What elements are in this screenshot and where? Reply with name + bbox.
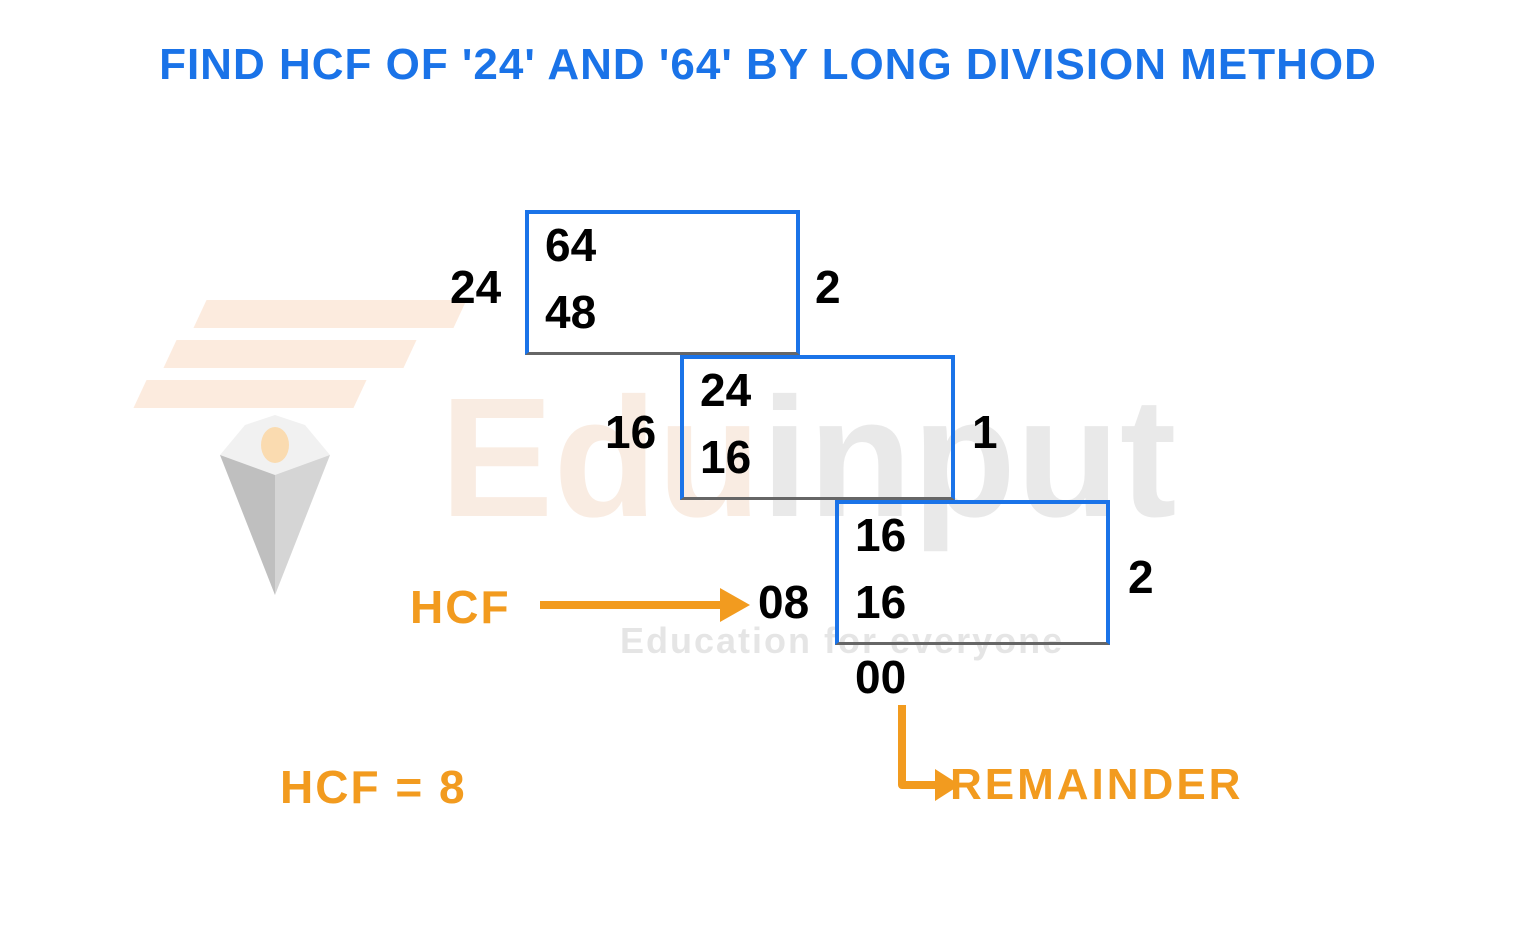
page-title: FIND HCF OF '24' AND '64' BY LONG DIVISI… <box>0 40 1536 90</box>
step2-divisor: 16 <box>605 405 656 459</box>
step1-product: 48 <box>545 285 596 339</box>
watermark-pen-icon <box>200 405 350 610</box>
hcf-answer-label: HCF = 8 <box>280 760 467 814</box>
step1-dividend: 64 <box>545 218 596 272</box>
step3-product: 16 <box>855 575 906 629</box>
step3-remainder: 00 <box>855 650 906 704</box>
step1-divisor: 24 <box>450 260 501 314</box>
step1-quotient: 2 <box>815 260 841 314</box>
step3-dividend: 16 <box>855 508 906 562</box>
step2-quotient: 1 <box>972 405 998 459</box>
watermark-stripes <box>170 300 530 480</box>
step3-divisor: 08 <box>758 575 809 629</box>
arrow-right-icon <box>540 580 750 635</box>
step2-product: 16 <box>700 430 751 484</box>
hcf-pointer-label: HCF <box>410 580 511 634</box>
remainder-label: REMAINDER <box>950 760 1243 810</box>
step2-dividend: 24 <box>700 363 751 417</box>
step3-quotient: 2 <box>1128 550 1154 604</box>
